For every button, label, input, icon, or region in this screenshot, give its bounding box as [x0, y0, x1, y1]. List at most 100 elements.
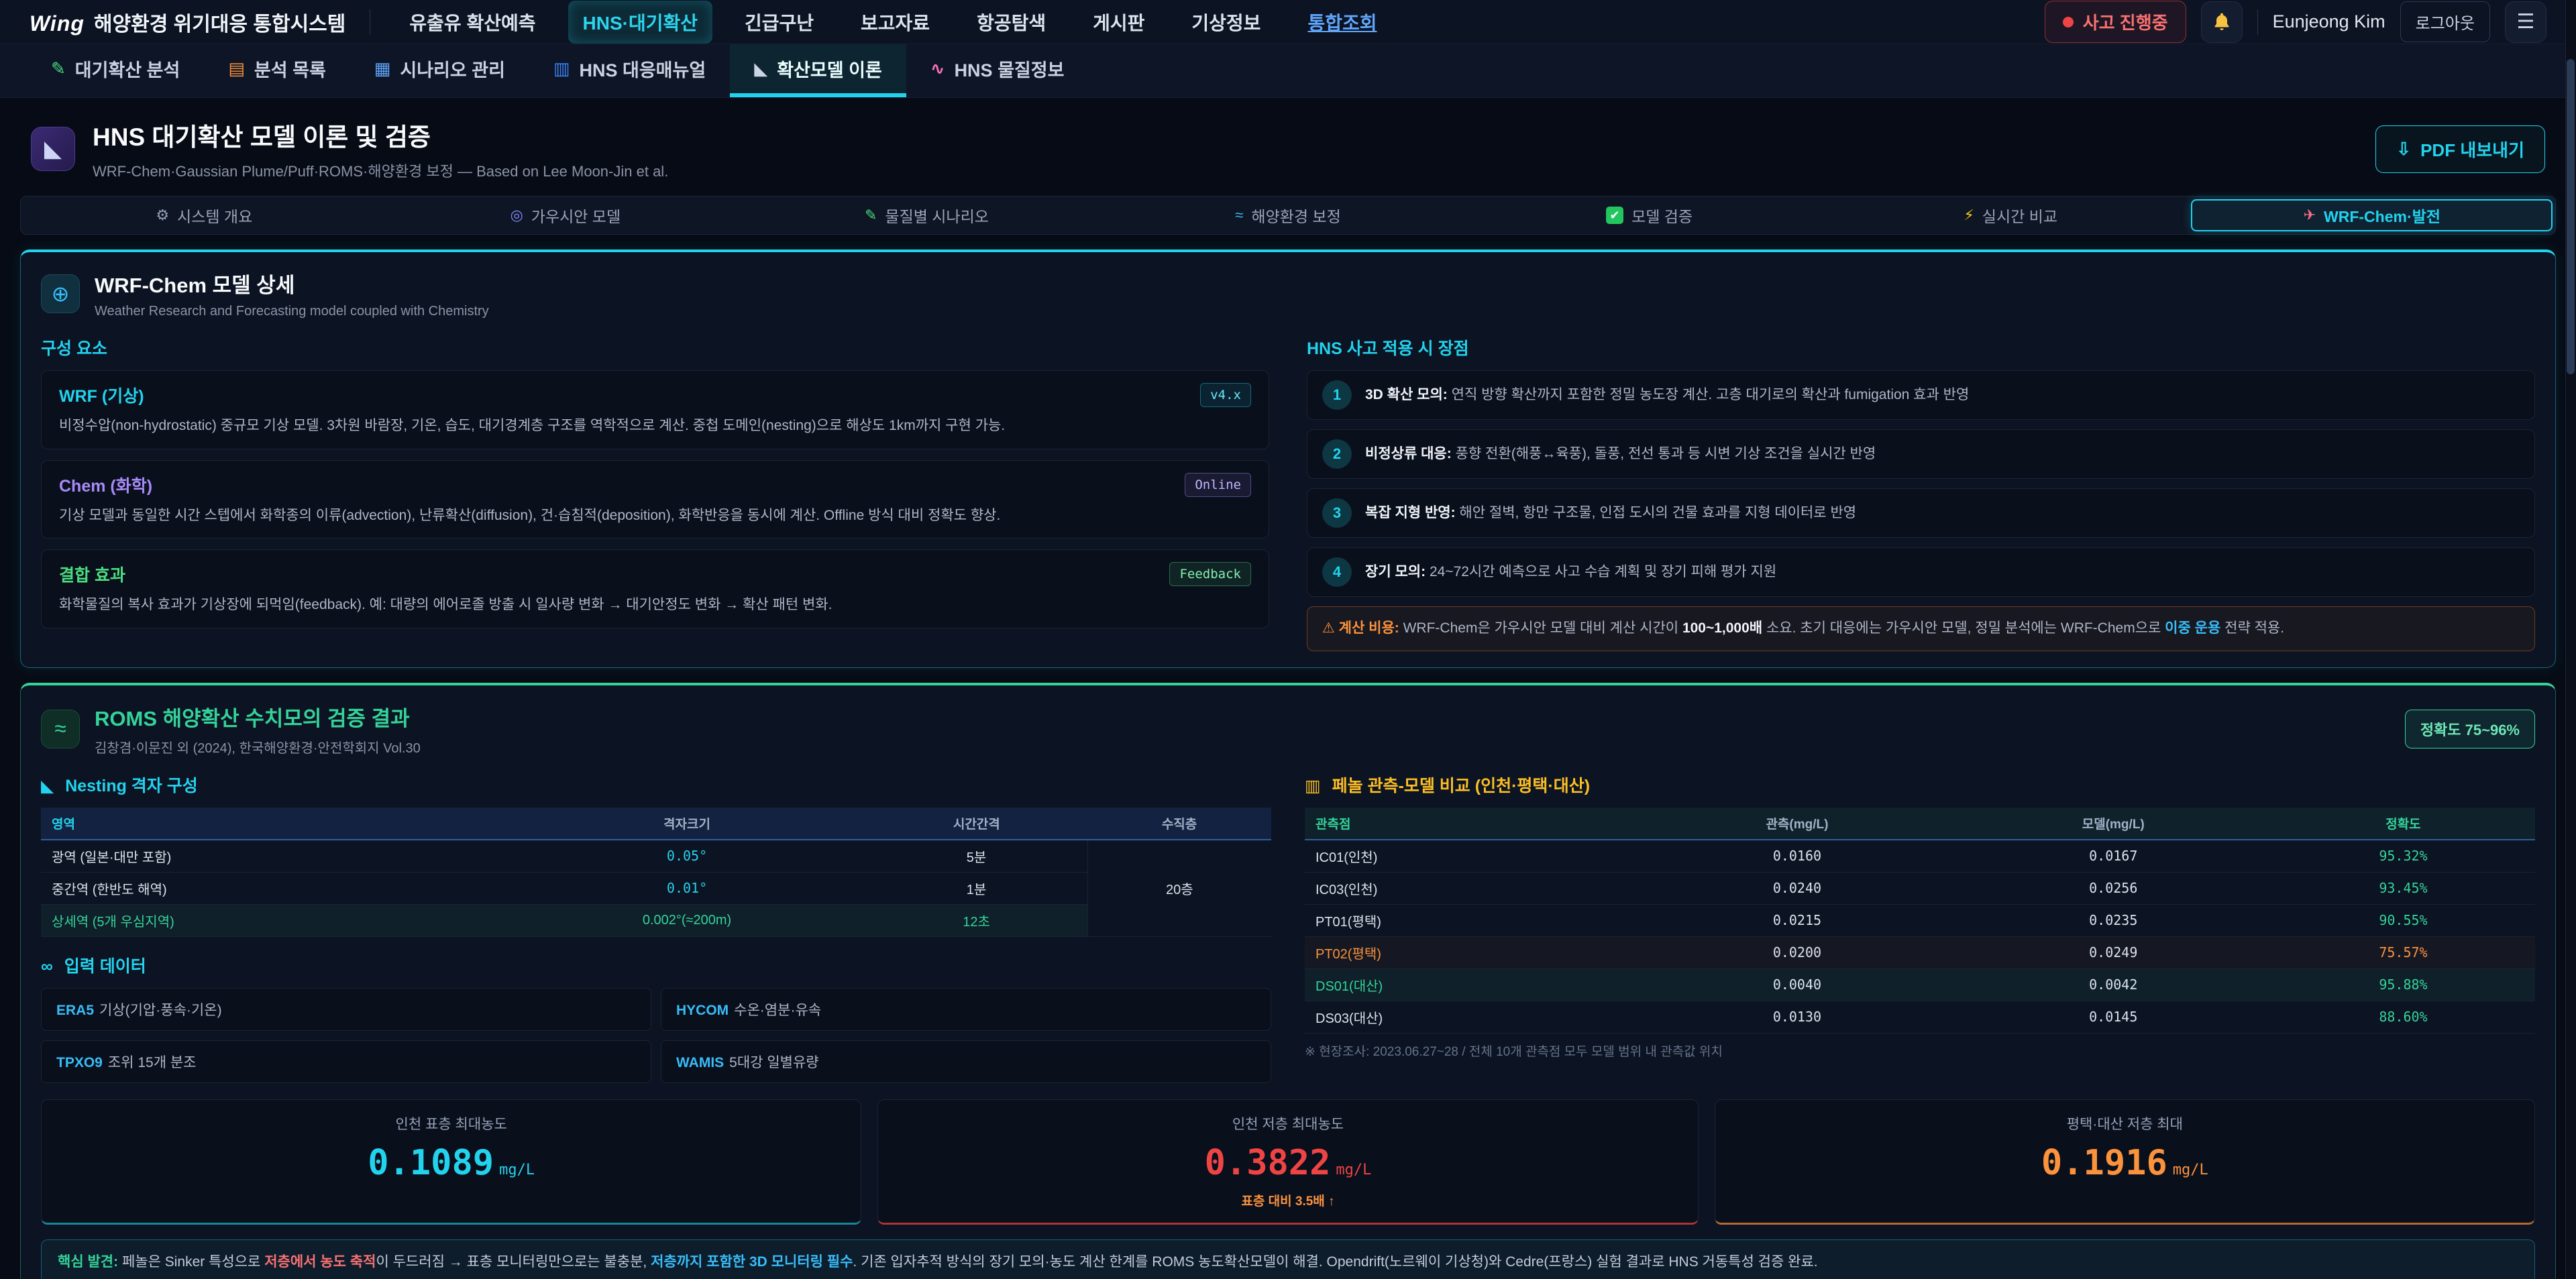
- input-data-grid: ERA5기상(기압·풍속·기온) HYCOM수온·염분·유속 TPXO9조위 1…: [41, 988, 1271, 1083]
- menu-item-hns-diffusion[interactable]: HNS·대기확산: [568, 1, 712, 44]
- menu-item-oil-spill[interactable]: 유출유 확산예측: [394, 1, 550, 44]
- roms-header: ≈ ROMS 해양확산 수치모의 검증 결과 김창겸·이문진 외 (2024),…: [41, 702, 2535, 757]
- spiral-icon: ◎: [511, 207, 523, 224]
- grid-size-cell: 0.05°: [508, 840, 865, 873]
- survey-note: ※ 현장조사: 2023.06.27~28 / 전체 10개 관측점 모두 모델…: [1305, 1042, 2535, 1060]
- column-header: 시간간격: [866, 808, 1088, 840]
- book-icon: ▥: [553, 58, 570, 79]
- menu-item-reports[interactable]: 보고자료: [846, 1, 945, 44]
- input-data-header-label: 입력 데이터: [64, 957, 146, 976]
- wrf-chem-header: ⊕ WRF-Chem 모델 상세 Weather Research and Fo…: [41, 268, 2535, 319]
- advantage-title: 3D 확산 모의:: [1365, 387, 1448, 402]
- table-row: 중간역 (한반도 해역) 0.01° 1분: [41, 872, 1271, 904]
- sub-navbar: ✎ 대기확산 분석 ▤ 분석 목록 ▦ 시나리오 관리 ▥ HNS 대응매뉴얼 …: [0, 44, 2576, 98]
- roms-validation-section: ≈ ROMS 해양확산 수치모의 검증 결과 김창겸·이문진 외 (2024),…: [20, 683, 2556, 1279]
- tab-substance-scenarios[interactable]: ✎ 물질별 시나리오: [746, 199, 1108, 231]
- scrollbar-thumb[interactable]: [2567, 59, 2575, 374]
- page-content: ◣ HNS 대기확산 모델 이론 및 검증 WRF-Chem·Gaussian …: [0, 98, 2576, 1279]
- menu-item-board[interactable]: 게시판: [1078, 1, 1159, 44]
- warning-icon: ⚠: [1322, 620, 1335, 636]
- menu-toggle-button[interactable]: ☰: [2505, 1, 2546, 43]
- finding-text: 페놀은 Sinker 특성으로: [118, 1254, 264, 1270]
- stat-pyeongtaek-daesan-bottom: 평택·대산 저층 최대 0.1916mg/L: [1715, 1099, 2535, 1225]
- stat-incheon-bottom: 인천 저층 최대농도 0.3822mg/L 표층 대비 3.5배 ↑: [877, 1099, 1698, 1225]
- advantage-item: 4 장기 모의: 24~72시간 예측으로 사고 수습 계획 및 장기 피해 평…: [1307, 547, 2535, 597]
- warning-text: 소요. 초기 대응에는 가우시안 모델, 정밀 분석에는 WRF-Chem으로: [1762, 620, 2165, 636]
- concentration-stats: 인천 표층 최대농도 0.1089mg/L 인천 저층 최대농도 0.3822m…: [41, 1099, 2535, 1225]
- model-cell: 0.0145: [1955, 1001, 2271, 1033]
- advantage-desc: 연직 방향 확산까지 포함한 정밀 농도장 계산. 고층 대기로의 확산과 fu…: [1448, 387, 1970, 402]
- subtab-hns-manual[interactable]: ▥ HNS 대응매뉴얼: [529, 44, 730, 97]
- model-cell: 0.0256: [1955, 872, 2271, 904]
- area-cell: 광역 (일본·대만 포함): [41, 840, 508, 873]
- vertical-layers-cell: 20층: [1087, 840, 1271, 937]
- nesting-header: ◣ Nesting 격자 구성: [41, 773, 1271, 797]
- menu-item-aerial-search[interactable]: 항공탐색: [962, 1, 1061, 44]
- subtab-scenario-management[interactable]: ▦ 시나리오 관리: [350, 44, 529, 97]
- finding-label: 핵심 발견:: [58, 1254, 118, 1270]
- dataset-desc: 5대강 일별유량: [729, 1055, 818, 1070]
- model-cell: 0.0249: [1955, 936, 2271, 968]
- tab-model-validation[interactable]: ✔ 모델 검증: [1468, 199, 1830, 231]
- dataset-name: HYCOM: [676, 1003, 729, 1018]
- feedback-badge: Feedback: [1169, 562, 1251, 586]
- roms-title: ROMS 해양확산 수치모의 검증 결과: [95, 702, 421, 732]
- pencil-icon: ✎: [51, 58, 66, 79]
- tab-gaussian-model[interactable]: ◎ 가우시안 모델: [385, 199, 747, 231]
- lightning-icon: ⚡: [1964, 207, 1974, 224]
- subtab-diffusion-model-theory[interactable]: ◣ 확산모델 이론: [730, 44, 906, 97]
- component-desc: 화학물질의 복사 효과가 기상장에 되먹임(feedback). 예: 대량의 …: [59, 594, 1251, 616]
- step-number: 2: [1322, 439, 1352, 469]
- nav-divider: [2257, 9, 2258, 35]
- time-step-cell: 5분: [866, 840, 1088, 873]
- tab-wrf-chem-roadmap[interactable]: ✈ WRF-Chem·발전: [2191, 199, 2553, 231]
- menu-item-integrated-search[interactable]: 통합조회: [1293, 1, 1391, 44]
- tab-label: 실시간 비교: [1982, 204, 2057, 227]
- component-name: 결합 효과: [59, 562, 125, 586]
- subtab-hns-substance-info[interactable]: ∿ HNS 물질정보: [906, 44, 1089, 97]
- nesting-column: ◣ Nesting 격자 구성 영역 격자크기 시간간격 수직층: [41, 773, 1271, 1083]
- stat-unit: mg/L: [499, 1162, 535, 1178]
- tab-label: 해양환경 보정: [1251, 204, 1340, 227]
- warning-label: 계산 비용:: [1339, 620, 1399, 636]
- table-row-highlight: DS01(대산) 0.0040 0.0042 95.88%: [1305, 968, 2535, 1001]
- tab-realtime-comparison[interactable]: ⚡ 실시간 비교: [1830, 199, 2192, 231]
- column-header: 정확도: [2271, 808, 2535, 840]
- page-scrollbar[interactable]: [2565, 0, 2576, 1279]
- advantages-column: HNS 사고 적용 시 장점 1 3D 확산 모의: 연직 방향 확산까지 포함…: [1307, 335, 2535, 651]
- tab-label: 시스템 개요: [177, 204, 252, 227]
- menu-item-rescue[interactable]: 긴급구난: [730, 1, 828, 44]
- subtab-atmos-analysis[interactable]: ✎ 대기확산 분석: [27, 44, 204, 97]
- subtab-analysis-list[interactable]: ▤ 분석 목록: [204, 44, 350, 97]
- pencil-icon: ✎: [865, 207, 877, 224]
- finding-text: . 기존 입자추적 방식의 장기 모의·농도 계산 한계를 ROMS 농도확산모…: [853, 1254, 1817, 1270]
- dataset-desc: 수온·염분·유속: [734, 1003, 821, 1018]
- advantage-item: 3 복잡 지형 반영: 해안 절벽, 항만 구조물, 인접 도시의 건물 효과를…: [1307, 488, 2535, 538]
- logout-button[interactable]: 로그아웃: [2400, 1, 2490, 42]
- tab-label: 물질별 시나리오: [885, 204, 989, 227]
- section-tabs: ⚙ 시스템 개요 ◎ 가우시안 모델 ✎ 물질별 시나리오 ≈ 해양환경 보정 …: [20, 196, 2556, 235]
- model-cell: 0.0167: [1955, 840, 2271, 873]
- station-cell: PT01(평택): [1305, 904, 1639, 936]
- wrf-chem-title: WRF-Chem 모델 상세: [95, 268, 489, 298]
- advantage-desc: 해안 절벽, 항만 구조물, 인접 도시의 건물 효과를 지형 데이터로 반영: [1456, 505, 1857, 520]
- menu-item-weather[interactable]: 기상정보: [1177, 1, 1275, 44]
- clipboard-icon: ▤: [228, 58, 245, 79]
- pdf-export-button[interactable]: ⇩ PDF 내보내기: [2375, 125, 2545, 173]
- stat-value: 0.1089: [368, 1143, 494, 1183]
- logo-wing: Wing: [30, 11, 85, 36]
- stat-unit: mg/L: [2173, 1162, 2208, 1178]
- observed-cell: 0.0130: [1639, 1001, 1955, 1033]
- accuracy-cell: 93.45%: [2271, 872, 2535, 904]
- wrf-chem-section: ⊕ WRF-Chem 모델 상세 Weather Research and Fo…: [20, 249, 2556, 668]
- input-data-card: WAMIS5대강 일별유량: [661, 1040, 1271, 1083]
- gear-icon: ⚙: [156, 207, 169, 224]
- accuracy-badge: 정확도 75~96%: [2405, 710, 2535, 748]
- column-header: 관측(mg/L): [1639, 808, 1955, 840]
- tab-system-overview[interactable]: ⚙ 시스템 개요: [23, 199, 385, 231]
- notifications-button[interactable]: [2201, 1, 2243, 43]
- tab-marine-correction[interactable]: ≈ 해양환경 보정: [1108, 199, 1469, 231]
- user-name: Eunjeong Kim: [2273, 11, 2385, 32]
- station-cell: DS01(대산): [1305, 968, 1639, 1001]
- column-header: 격자크기: [508, 808, 865, 840]
